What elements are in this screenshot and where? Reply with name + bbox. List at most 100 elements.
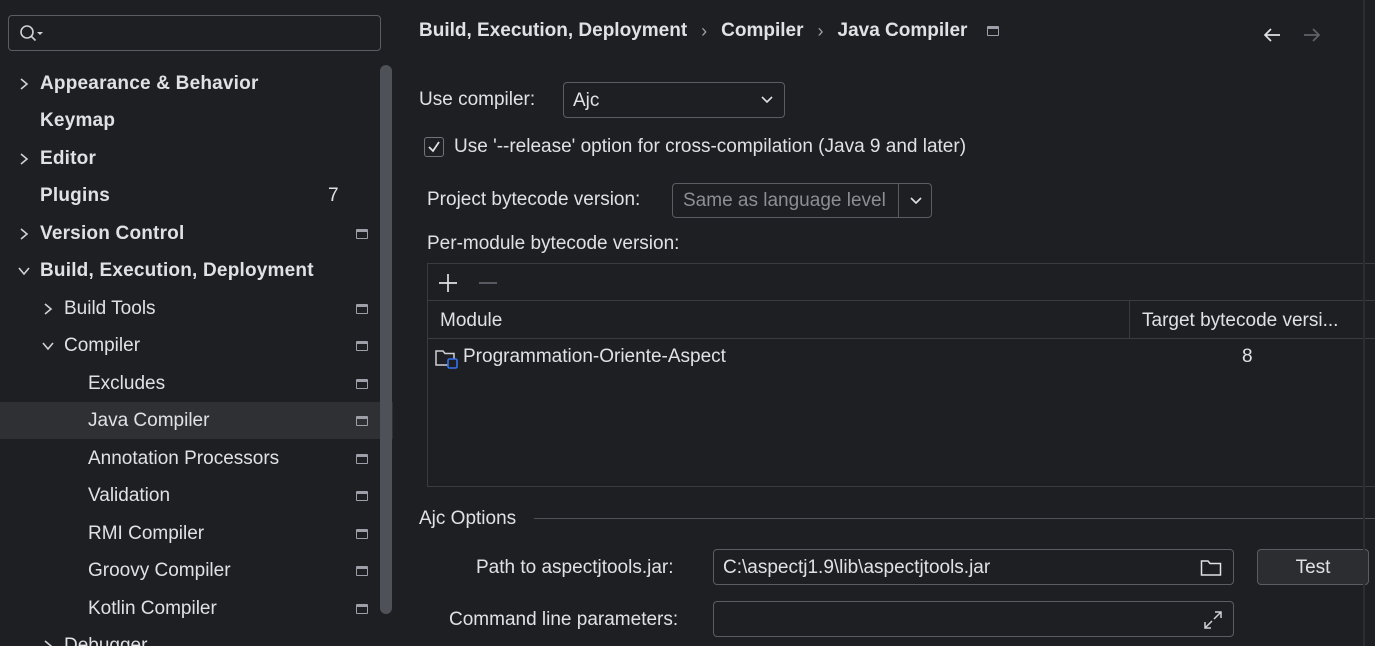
tree-item-compiler[interactable]: Compiler <box>0 327 393 364</box>
table-header: Module Target bytecode versi... <box>428 301 1375 339</box>
release-option-label[interactable]: Use '--release' option for cross-compila… <box>454 136 966 158</box>
remove-icon[interactable] <box>477 272 499 294</box>
chevron-right-icon[interactable] <box>17 152 31 166</box>
breadcrumb-separator: › <box>701 20 708 41</box>
add-icon[interactable] <box>437 272 459 294</box>
expand-icon[interactable] <box>1203 610 1223 630</box>
tree-item-label: Kotlin Compiler <box>88 597 217 619</box>
per-module-label: Per-module bytecode version: <box>427 233 680 254</box>
tree-item-label: Build Tools <box>64 297 156 319</box>
project-bytecode-label: Project bytecode version: <box>427 189 641 210</box>
module-name: Programmation-Oriente-Aspect <box>463 346 726 367</box>
chevron-down-icon <box>761 96 773 104</box>
command-line-label: Command line parameters: <box>449 609 679 630</box>
aspectjtools-path-field[interactable]: C:\aspectj1.9\lib\aspectjtools.jar <box>713 549 1234 585</box>
back-arrow-icon[interactable] <box>1261 24 1283 46</box>
column-header-module[interactable]: Module <box>440 310 502 332</box>
breadcrumb-separator: › <box>817 20 824 41</box>
tree-item-version-control[interactable]: Version Control <box>0 215 393 252</box>
forward-arrow-icon[interactable] <box>1301 24 1323 46</box>
project-level-icon <box>356 453 368 464</box>
settings-tree: Appearance & Behavior Keymap Editor Plug… <box>0 65 393 646</box>
tree-item-label: Build, Execution, Deployment <box>40 259 314 281</box>
column-divider[interactable] <box>1129 301 1130 339</box>
column-header-target[interactable]: Target bytecode versi... <box>1142 310 1338 332</box>
project-level-icon <box>356 340 368 351</box>
test-button[interactable]: Test <box>1257 549 1369 585</box>
breadcrumb-item[interactable]: Build, Execution, Deployment <box>419 20 687 42</box>
checkmark-icon <box>428 141 440 153</box>
tree-item-label: Validation <box>88 484 171 506</box>
project-bytecode-placeholder: Same as language level <box>683 190 886 211</box>
project-level-icon <box>356 603 368 614</box>
tree-item-editor[interactable]: Editor <box>0 140 393 177</box>
folder-browse-icon[interactable] <box>1200 559 1222 577</box>
project-bytecode-combo[interactable]: Same as language level <box>672 183 932 218</box>
tree-item-label: Plugins <box>40 184 111 206</box>
search-icon <box>20 25 43 42</box>
table-toolbar <box>428 264 1375 301</box>
module-folder-icon <box>435 350 458 369</box>
project-level-icon <box>356 565 368 576</box>
tree-item-kotlin-compiler[interactable]: Kotlin Compiler <box>0 590 393 627</box>
chevron-right-icon[interactable] <box>17 227 31 241</box>
content-scrollbar[interactable] <box>1363 0 1365 646</box>
use-compiler-label: Use compiler: <box>419 89 536 110</box>
breadcrumb: Build, Execution, Deployment › Compiler … <box>419 20 1000 42</box>
project-level-icon <box>356 528 368 539</box>
tree-item-plugins[interactable]: Plugins 7 <box>0 177 393 214</box>
project-level-icon <box>356 228 368 239</box>
settings-sidebar: Appearance & Behavior Keymap Editor Plug… <box>0 0 393 646</box>
chevron-right-icon[interactable] <box>41 639 55 646</box>
table-row[interactable]: Programmation-Oriente-Aspect 8 <box>428 341 1375 377</box>
tree-item-label: Annotation Processors <box>88 447 280 469</box>
release-option-checkbox[interactable] <box>424 137 444 157</box>
tree-item-keymap[interactable]: Keymap <box>0 102 393 139</box>
tree-item-build-execution-deployment[interactable]: Build, Execution, Deployment <box>0 252 393 289</box>
chevron-down-icon <box>910 197 922 205</box>
command-line-parameters-field[interactable] <box>713 601 1234 637</box>
tree-item-build-tools[interactable]: Build Tools <box>0 290 393 327</box>
tree-item-label: Version Control <box>40 222 185 244</box>
tree-item-label: Excludes <box>88 372 166 394</box>
project-level-icon <box>356 303 368 314</box>
tree-item-groovy-compiler[interactable]: Groovy Compiler <box>0 552 393 589</box>
aspectjtools-path-value: C:\aspectj1.9\lib\aspectjtools.jar <box>723 557 991 578</box>
chevron-down-icon[interactable] <box>41 339 55 353</box>
tree-item-label: RMI Compiler <box>88 522 205 544</box>
tree-item-label: Appearance & Behavior <box>40 72 259 94</box>
tree-item-label: Debugger <box>64 634 148 646</box>
per-module-table: Module Target bytecode versi... Programm… <box>427 263 1375 487</box>
sidebar-scrollbar[interactable] <box>380 65 392 614</box>
settings-content: Build, Execution, Deployment › Compiler … <box>393 0 1375 646</box>
tree-item-annotation-processors[interactable]: Annotation Processors <box>0 440 393 477</box>
project-level-icon <box>987 26 1000 36</box>
plugins-update-count-badge: 7 <box>328 184 339 206</box>
breadcrumb-item[interactable]: Compiler <box>721 20 803 42</box>
tree-item-label: Editor <box>40 147 97 169</box>
tree-item-validation[interactable]: Validation <box>0 477 393 514</box>
tree-item-label: Keymap <box>40 109 116 131</box>
compiler-select-value: Ajc <box>573 90 600 111</box>
compiler-select[interactable]: Ajc <box>563 82 785 118</box>
ajc-options-title: Ajc Options <box>419 508 517 529</box>
tree-item-label: Compiler <box>64 334 141 356</box>
section-divider <box>534 518 1375 519</box>
chevron-down-icon[interactable] <box>17 264 31 278</box>
path-label: Path to aspectjtools.jar: <box>476 557 674 578</box>
tree-item-java-compiler[interactable]: Java Compiler <box>0 402 393 439</box>
breadcrumb-item: Java Compiler <box>837 20 968 41</box>
chevron-right-icon[interactable] <box>17 77 31 91</box>
settings-search-input[interactable] <box>8 15 381 51</box>
project-level-icon <box>356 378 368 389</box>
project-level-icon <box>356 490 368 501</box>
tree-item-appearance-behavior[interactable]: Appearance & Behavior <box>0 65 393 102</box>
tree-item-rmi-compiler[interactable]: RMI Compiler <box>0 515 393 552</box>
chevron-right-icon[interactable] <box>41 302 55 316</box>
tree-item-label: Java Compiler <box>88 409 210 431</box>
module-target-version[interactable]: 8 <box>1242 346 1253 368</box>
project-bytecode-dropdown-button[interactable] <box>898 184 931 217</box>
tree-item-excludes[interactable]: Excludes <box>0 365 393 402</box>
project-level-icon <box>356 415 368 426</box>
tree-item-debugger[interactable]: Debugger <box>0 627 393 646</box>
